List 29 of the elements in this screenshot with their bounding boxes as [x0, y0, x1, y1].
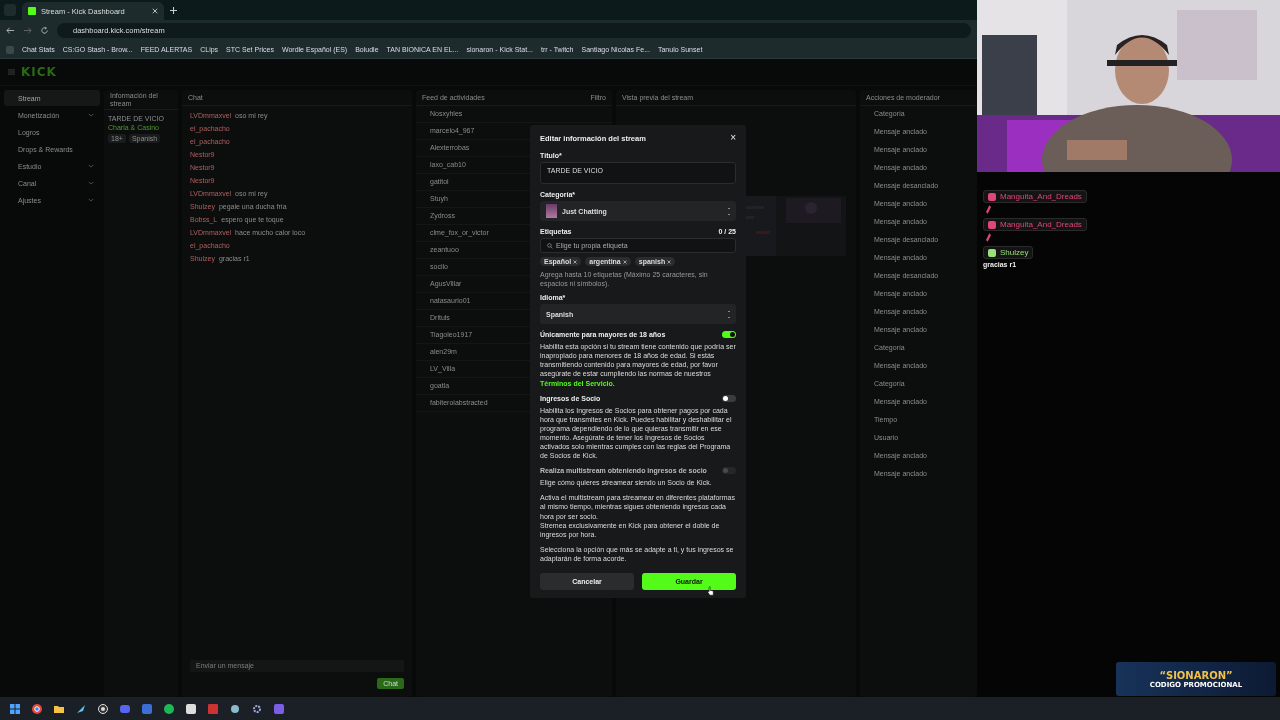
remove-icon[interactable]	[667, 259, 672, 264]
logo: KICK	[21, 65, 57, 79]
remove-icon[interactable]	[622, 259, 627, 264]
back-icon[interactable]	[6, 26, 15, 35]
remove-icon[interactable]	[573, 259, 578, 264]
folder-icon[interactable]	[54, 703, 64, 714]
app-icon[interactable]	[186, 703, 196, 714]
close-button[interactable]: ×	[730, 133, 736, 143]
toggle-switch[interactable]	[722, 331, 736, 339]
hand-cursor-icon	[707, 585, 714, 596]
music-icon[interactable]	[164, 703, 174, 714]
reload-icon[interactable]	[40, 26, 49, 35]
windows-icon[interactable]	[10, 703, 20, 714]
chat-username: Manguita_And_Dreads	[1000, 192, 1082, 201]
chat-username: Shulzey	[1000, 248, 1029, 257]
plus-icon[interactable]	[170, 6, 177, 14]
kick-icon	[28, 7, 36, 15]
record-icon[interactable]	[98, 703, 108, 714]
emote-icon	[986, 233, 991, 242]
chat-app-icon[interactable]	[120, 703, 130, 714]
browser-icon[interactable]	[32, 703, 42, 714]
close-icon[interactable]	[152, 8, 158, 14]
promo-title: “SIONARON”	[1159, 669, 1233, 681]
app-icon[interactable]	[230, 703, 240, 714]
chat-username: Manguita_And_Dreads	[1000, 220, 1082, 229]
emote-icon	[986, 205, 991, 214]
toggle-switch[interactable]	[722, 394, 736, 402]
gear-icon[interactable]	[252, 703, 262, 714]
search-icon	[547, 242, 553, 249]
